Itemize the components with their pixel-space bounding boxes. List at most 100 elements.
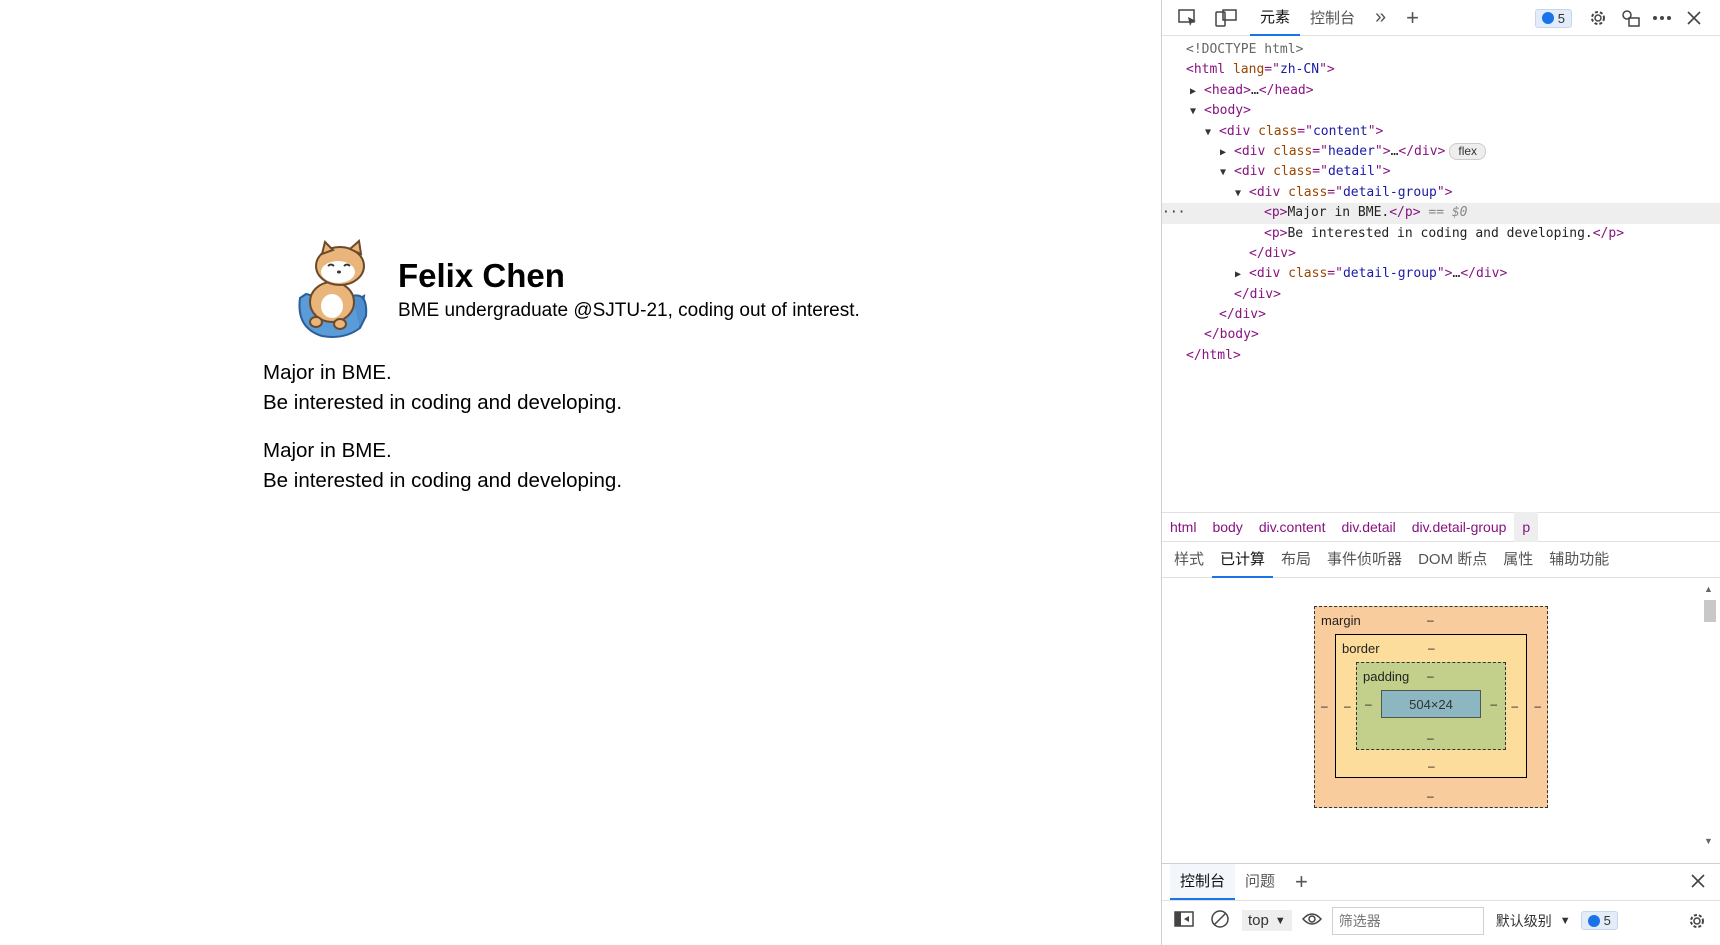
margin-top-value[interactable]: – — [1427, 613, 1434, 627]
tag-name: head — [1274, 82, 1306, 98]
border-right-value[interactable]: – — [1511, 699, 1518, 713]
collapse-triangle-icon[interactable]: ▼ — [1205, 123, 1219, 143]
margin-right-value[interactable]: – — [1534, 699, 1541, 713]
console-settings-gear-icon[interactable] — [1687, 911, 1707, 934]
expand-triangle-icon[interactable]: ▶ — [1190, 82, 1204, 102]
messages-badge[interactable]: 5 — [1534, 8, 1572, 28]
flex-badge[interactable]: flex — [1449, 142, 1487, 160]
scroll-up-icon[interactable]: ▲ — [1704, 584, 1713, 594]
tab-event-listeners[interactable]: 事件侦听器 — [1319, 542, 1410, 578]
drawer-tab-issues[interactable]: 问题 — [1235, 864, 1285, 900]
padding-bottom-value[interactable]: – — [1427, 731, 1434, 745]
console-messages-badge[interactable]: 5 — [1580, 911, 1618, 930]
dock-icon[interactable] — [1616, 4, 1644, 32]
dom-node-detail-group-collapsed[interactable]: ▶ <div class="detail-group">…</div> — [1162, 264, 1720, 284]
chevron-down-icon: ▼ — [1274, 914, 1286, 927]
tab-computed[interactable]: 已计算 — [1212, 542, 1274, 578]
dom-node-close-body[interactable]: </body> — [1162, 325, 1720, 345]
border-left-value[interactable]: – — [1344, 699, 1351, 713]
padding-top-value[interactable]: – — [1427, 669, 1434, 683]
drawer-add-tab-button[interactable]: + — [1285, 864, 1318, 900]
box-model-margin[interactable]: margin – – – – border – – – – padding – … — [1314, 606, 1548, 808]
attr-name: class — [1288, 184, 1328, 200]
tag-name: body — [1211, 103, 1244, 119]
scroll-thumb[interactable] — [1704, 600, 1716, 622]
margin-label: margin — [1321, 613, 1361, 628]
elements-tree: <!DOCTYPE html> <html lang="zh-CN"> ▶ <he… — [1162, 36, 1720, 512]
filter-input[interactable] — [1331, 906, 1484, 935]
clear-console-icon[interactable] — [1210, 909, 1230, 932]
inspect-icon[interactable] — [1174, 4, 1202, 32]
dom-node-html[interactable]: <html lang="zh-CN"> — [1162, 60, 1720, 80]
tag-name: body — [1219, 327, 1251, 343]
dom-node-detail[interactable]: ▼ <div class="detail"> — [1162, 162, 1720, 182]
sidebar-toggle-icon[interactable] — [1174, 911, 1194, 930]
device-toolbar-icon[interactable] — [1212, 4, 1240, 32]
node-text: Major in BME. — [1287, 205, 1390, 221]
collapse-triangle-icon[interactable]: ▼ — [1235, 184, 1249, 204]
messages-count: 5 — [1603, 913, 1611, 928]
dom-node-body[interactable]: ▼ <body> — [1162, 101, 1720, 121]
breadcrumb-item[interactable]: div.detail — [1333, 512, 1403, 542]
context-selector[interactable]: top ▼ — [1242, 910, 1292, 931]
gear-icon[interactable] — [1584, 4, 1612, 32]
collapse-triangle-icon[interactable]: ▼ — [1220, 163, 1234, 183]
dom-node-doctype[interactable]: <!DOCTYPE html> — [1162, 40, 1720, 60]
dom-node-close-content[interactable]: </div> — [1162, 305, 1720, 325]
tab-layout[interactable]: 布局 — [1273, 542, 1319, 578]
attr-name: class — [1273, 164, 1313, 180]
more-icon[interactable] — [1648, 4, 1676, 32]
attr-name: class — [1288, 266, 1328, 282]
tag-name: head — [1211, 82, 1244, 98]
scroll-down-icon[interactable]: ▼ — [1704, 836, 1713, 846]
dom-node-close-detail-group[interactable]: </div> — [1162, 244, 1720, 264]
breadcrumb-item[interactable]: body — [1204, 512, 1250, 542]
tab-dom-breakpoints[interactable]: DOM 断点 — [1410, 542, 1495, 578]
dom-node-close-detail[interactable]: </div> — [1162, 285, 1720, 305]
log-levels-dropdown[interactable]: 默认级别 ▼ — [1496, 911, 1571, 931]
computed-scrollbar[interactable]: ▲ ▼ — [1702, 584, 1716, 846]
breadcrumb-item[interactable]: div.detail-group — [1404, 512, 1515, 542]
drawer-tab-console[interactable]: 控制台 — [1170, 863, 1236, 900]
dom-node-header[interactable]: ▶ <div class="header">…</div> flex — [1162, 142, 1720, 162]
margin-bottom-value[interactable]: – — [1427, 789, 1434, 803]
dom-node-content[interactable]: ▼ <div class="content"> — [1162, 122, 1720, 142]
detail-line: Major in BME. — [263, 361, 392, 384]
dom-node-detail-group[interactable]: ▼ <div class="detail-group"> — [1162, 183, 1720, 203]
box-model-border[interactable]: border – – – – padding – – – – 504×24 — [1335, 634, 1527, 778]
node-actions-icon[interactable]: ··· — [1162, 203, 1185, 223]
expand-triangle-icon[interactable]: ▶ — [1235, 265, 1249, 285]
computed-pane: margin – – – – border – – – – padding – … — [1162, 578, 1720, 850]
tab-accessibility[interactable]: 辅助功能 — [1541, 542, 1617, 578]
border-top-value[interactable]: – — [1428, 641, 1435, 655]
devtools-panel: 元素 控制台 » + 5 <!DOCTYPE html> <html lang=… — [1161, 0, 1720, 945]
margin-left-value[interactable]: – — [1321, 699, 1328, 713]
tab-elements[interactable]: 元素 — [1250, 0, 1301, 36]
add-tab-button[interactable]: + — [1396, 0, 1429, 36]
breadcrumb-item[interactable]: html — [1162, 512, 1204, 542]
attr-name: class — [1273, 143, 1313, 159]
box-model-content-size[interactable]: 504×24 — [1381, 690, 1481, 718]
dom-node-p[interactable]: <p>Be interested in coding and developin… — [1162, 224, 1720, 244]
box-model-padding[interactable]: padding – – – – 504×24 — [1356, 662, 1506, 750]
more-tabs-button[interactable]: » — [1365, 0, 1396, 36]
dom-node-close-html[interactable]: </html> — [1162, 346, 1720, 366]
padding-right-value[interactable]: – — [1490, 697, 1497, 711]
breadcrumb-item-active[interactable]: p — [1514, 512, 1539, 542]
dom-node-head[interactable]: ▶ <head>…</head> — [1162, 81, 1720, 101]
expand-triangle-icon[interactable]: ▶ — [1220, 143, 1234, 163]
dom-node-p-selected[interactable]: ··· <p>Major in BME.</p> == $0 — [1162, 203, 1720, 224]
collapse-triangle-icon[interactable]: ▼ — [1190, 102, 1204, 122]
tab-properties[interactable]: 属性 — [1495, 542, 1541, 578]
padding-left-value[interactable]: – — [1365, 697, 1372, 711]
live-expression-icon[interactable] — [1301, 912, 1322, 929]
border-bottom-value[interactable]: – — [1428, 759, 1435, 773]
breadcrumb-item[interactable]: div.content — [1251, 512, 1334, 542]
drawer-close-icon[interactable] — [1691, 874, 1705, 891]
avatar — [282, 236, 390, 344]
close-icon[interactable] — [1680, 4, 1708, 32]
tab-styles[interactable]: 样式 — [1166, 542, 1212, 578]
doctype-text: <!DOCTYPE html> — [1186, 42, 1304, 57]
drawer-tabs: 控制台 问题 + — [1162, 863, 1720, 900]
tab-console[interactable]: 控制台 — [1300, 0, 1365, 36]
